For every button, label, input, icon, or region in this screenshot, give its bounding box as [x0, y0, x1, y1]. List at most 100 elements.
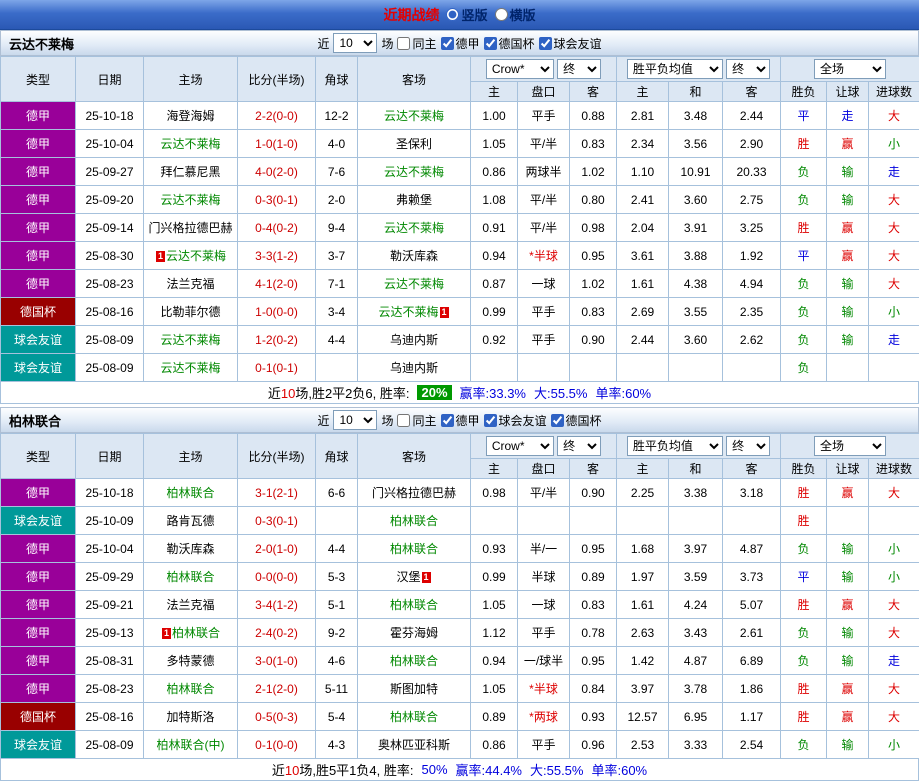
league-checkbox[interactable] — [484, 37, 497, 50]
ah-home-odds-cell: 0.91 — [471, 214, 518, 242]
result-wdl-cell: 负 — [781, 158, 827, 186]
result-wdl-cell: 胜 — [781, 507, 827, 535]
eu-away-odds-cell: 3.73 — [723, 563, 781, 591]
match-date-cell: 25-08-09 — [76, 326, 144, 354]
away-team-cell: 柏林联合 — [358, 703, 471, 731]
full-match-select[interactable]: 全场 — [814, 59, 886, 79]
home-team-cell: 多特蒙德 — [144, 647, 238, 675]
recent-count-select[interactable]: 10 — [333, 33, 377, 53]
match-date-cell: 25-08-16 — [76, 298, 144, 326]
col-eu-draw: 和 — [669, 459, 723, 479]
ah-final-select[interactable]: 终 — [557, 59, 601, 79]
league-filter-3[interactable]: 德国杯 — [551, 412, 602, 429]
ah-away-odds-cell: 0.90 — [570, 326, 617, 354]
recent-label: 近 — [317, 35, 329, 52]
away-team-cell: 乌迪内斯 — [358, 354, 471, 382]
league-filter-2[interactable]: 德国杯 — [484, 35, 535, 52]
league-checkbox[interactable] — [539, 37, 552, 50]
match-score-cell: 0-3(0-1) — [238, 186, 316, 214]
view-option-vertical[interactable]: 竖版 — [446, 5, 487, 24]
league-filter-2[interactable]: 球会友谊 — [484, 412, 547, 429]
home-team-cell: 1柏林联合 — [144, 619, 238, 647]
ah-away-odds-cell — [570, 354, 617, 382]
eu-away-odds-cell — [723, 507, 781, 535]
result-goals-cell: 大 — [869, 703, 919, 731]
col-eu-away: 客 — [723, 459, 781, 479]
same-home-checkbox[interactable] — [397, 414, 410, 427]
home-team-cell: 海登海姆 — [144, 102, 238, 130]
eu-draw-odds-cell: 10.91 — [669, 158, 723, 186]
section-header-bar: 云达不莱梅 近 10 场 同主 德甲 德国杯 球会友谊 — [0, 30, 919, 56]
result-wdl-cell: 负 — [781, 535, 827, 563]
col-ah-home: 主 — [471, 82, 518, 102]
same-home-filter[interactable]: 同主 — [397, 35, 436, 52]
match-date-cell: 25-10-04 — [76, 535, 144, 563]
team-name: 柏林联合 — [166, 682, 214, 696]
view-option-horizontal[interactable]: 横版 — [495, 5, 536, 24]
vertical-view-radio[interactable] — [446, 8, 459, 21]
match-row: 德甲25-10-18柏林联合3-1(2-1)6-6门兴格拉德巴赫0.98平/半0… — [1, 479, 919, 507]
full-match-select[interactable]: 全场 — [814, 436, 886, 456]
ah-home-odds-cell: 0.99 — [471, 298, 518, 326]
ah-line-cell: *半球 — [518, 242, 570, 270]
home-team-cell: 云达不莱梅 — [144, 326, 238, 354]
match-score-cell: 2-1(2-0) — [238, 675, 316, 703]
wdl-average-select[interactable]: 胜平负均值 — [627, 59, 723, 79]
league-filter-1[interactable]: 德甲 — [441, 35, 480, 52]
corner-cell: 4-3 — [316, 731, 358, 759]
eu-draw-odds-cell — [669, 507, 723, 535]
team-name: 云达不莱梅 — [384, 109, 444, 123]
result-handicap-cell: 赢 — [827, 242, 869, 270]
league-type-cell: 德甲 — [1, 535, 76, 563]
eu-away-odds-cell: 6.89 — [723, 647, 781, 675]
corner-cell: 5-1 — [316, 591, 358, 619]
summary-prefix: 近 — [268, 386, 281, 401]
wdl-final-select[interactable]: 终 — [726, 436, 770, 456]
result-goals-cell: 大 — [869, 214, 919, 242]
horizontal-view-label: 横版 — [510, 5, 536, 24]
wdl-final-select[interactable]: 终 — [726, 59, 770, 79]
match-date-cell: 25-09-27 — [76, 158, 144, 186]
ah-final-select[interactable]: 终 — [557, 436, 601, 456]
match-score-cell: 0-1(0-1) — [238, 354, 316, 382]
games-label: 场 — [381, 35, 393, 52]
same-home-checkbox[interactable] — [397, 37, 410, 50]
same-home-filter[interactable]: 同主 — [397, 412, 436, 429]
league-label: 德国杯 — [499, 35, 535, 52]
away-team-cell: 柏林联合 — [358, 591, 471, 619]
league-type-cell: 德甲 — [1, 479, 76, 507]
result-wdl-cell: 负 — [781, 270, 827, 298]
match-row: 德国杯25-08-16比勒菲尔德1-0(0-0)3-4云达不莱梅10.99平手0… — [1, 298, 919, 326]
league-label: 球会友谊 — [499, 412, 547, 429]
same-home-label: 同主 — [412, 35, 436, 52]
result-wdl-cell: 胜 — [781, 591, 827, 619]
odds-company-select[interactable]: Crow* — [486, 59, 554, 79]
col-away: 客场 — [358, 434, 471, 479]
corner-cell: 9-2 — [316, 619, 358, 647]
eu-away-odds-cell: 3.18 — [723, 479, 781, 507]
league-filter-1[interactable]: 德甲 — [441, 412, 480, 429]
league-checkbox[interactable] — [551, 414, 564, 427]
league-checkbox[interactable] — [441, 414, 454, 427]
wdl-average-select[interactable]: 胜平负均值 — [627, 436, 723, 456]
recent-count-select[interactable]: 10 — [333, 410, 377, 430]
league-checkbox[interactable] — [484, 414, 497, 427]
section-header-bar: 柏林联合 近 10 场 同主 德甲 球会友谊 德国杯 — [0, 407, 919, 433]
result-goals-cell: 大 — [869, 102, 919, 130]
col-goals: 进球数 — [869, 82, 919, 102]
team-name: 奥林匹亚科斯 — [378, 738, 450, 752]
summary-record: 近10场,胜2平2负6, 胜率: — [268, 383, 410, 402]
result-handicap-cell: 输 — [827, 535, 869, 563]
ah-line-cell: 平手 — [518, 298, 570, 326]
header-controls-row: 类型 日期 主场 比分(半场) 角球 客场 Crow* 终 胜平负均值 终 全场 — [1, 57, 919, 82]
team-name: 柏林联合 — [390, 710, 438, 724]
odds-company-select[interactable]: Crow* — [486, 436, 554, 456]
result-goals-cell: 小 — [869, 535, 919, 563]
league-type-cell: 球会友谊 — [1, 731, 76, 759]
horizontal-view-radio[interactable] — [495, 8, 508, 21]
ah-home-odds-cell — [471, 354, 518, 382]
corner-cell: 6-6 — [316, 479, 358, 507]
profit-rate: 赢率:44.4% — [456, 760, 522, 779]
league-filter-3[interactable]: 球会友谊 — [539, 35, 602, 52]
league-checkbox[interactable] — [441, 37, 454, 50]
